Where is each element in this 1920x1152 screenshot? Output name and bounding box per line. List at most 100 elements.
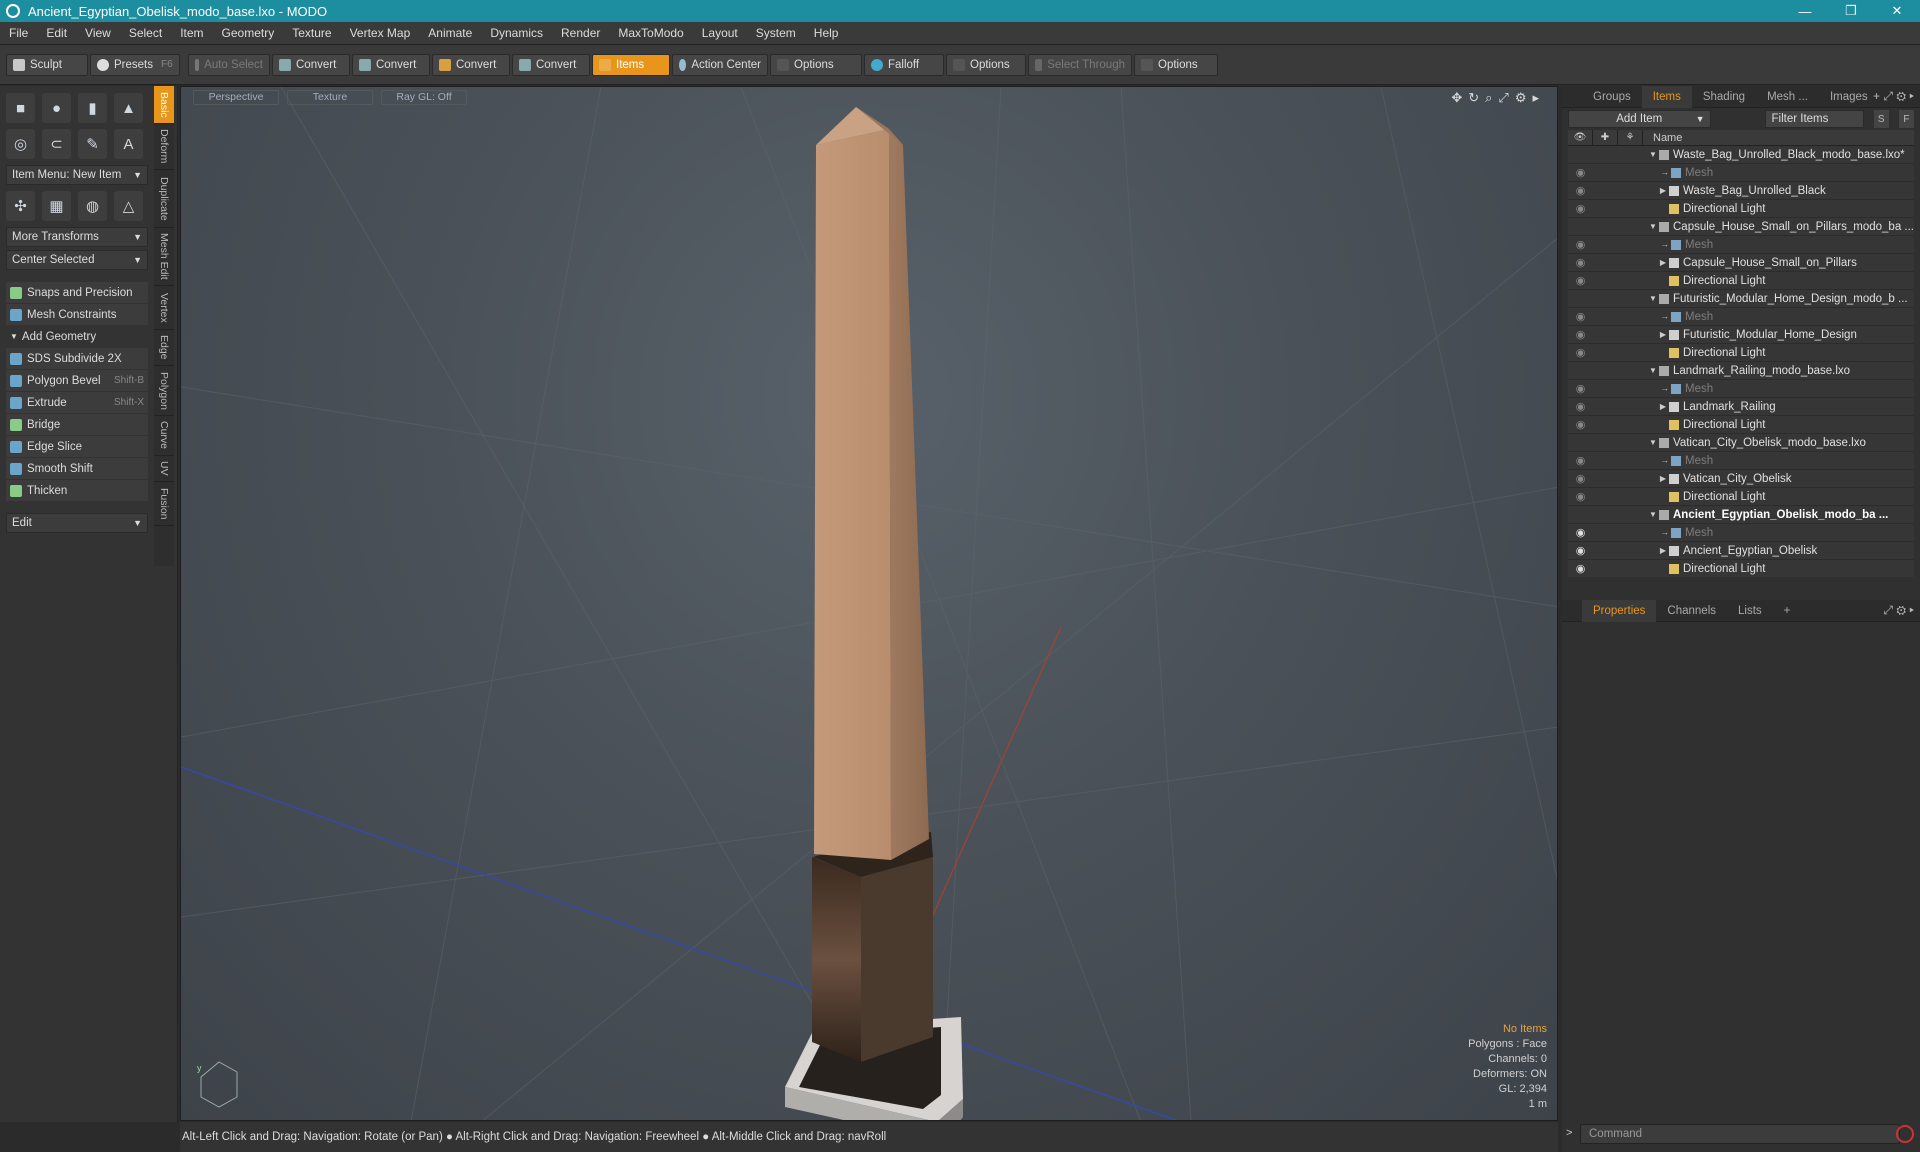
convert-button-2[interactable]: Convert [352, 53, 430, 76]
visibility-eye-icon[interactable]: ◉ [1568, 238, 1593, 251]
tool-bridge[interactable]: Bridge [6, 414, 148, 435]
raygl-toggle[interactable]: Ray GL: Off [381, 89, 467, 105]
menu-help[interactable]: Help [805, 26, 848, 40]
chevron-right-icon[interactable]: ▶ [1657, 474, 1669, 483]
menu-layout[interactable]: Layout [693, 26, 747, 40]
menu-file[interactable]: File [0, 26, 37, 40]
menu-select[interactable]: Select [120, 26, 171, 40]
tree-row-mesh[interactable]: ◉ → Mesh [1568, 308, 1914, 326]
visibility-eye-icon[interactable]: ◉ [1568, 472, 1593, 485]
sphere-icon[interactable]: ● [42, 93, 71, 123]
capsule-icon[interactable]: ⊂ [42, 129, 71, 159]
tree-row-item[interactable]: ◉ ▶ Futuristic_Modular_Home_Design [1568, 326, 1914, 344]
zoom-icon[interactable]: ⌕ [1485, 90, 1492, 106]
falloff-button[interactable]: Falloff [864, 53, 944, 76]
tab-vertex[interactable]: Vertex [154, 286, 174, 330]
rotate-icon[interactable]: ↻ [1468, 90, 1479, 106]
convert-button-4[interactable]: Convert [512, 53, 590, 76]
cube-icon[interactable]: ■ [6, 93, 35, 123]
tool-extrude[interactable]: Extrude Shift-X [6, 392, 148, 413]
tab-shading[interactable]: Shading [1692, 86, 1756, 108]
chevron-down-icon[interactable]: ▼ [1647, 366, 1659, 375]
tab-mesh-edit[interactable]: Mesh Edit [154, 228, 174, 286]
visibility-eye-icon[interactable]: ◉ [1568, 544, 1593, 557]
close-button[interactable]: ✕ [1874, 0, 1920, 22]
auto-select-button[interactable]: Auto Select [188, 53, 270, 76]
convert-button-1[interactable]: Convert [272, 53, 350, 76]
visibility-eye-icon[interactable]: ◉ [1568, 328, 1593, 341]
visibility-eye-icon[interactable]: ◉ [1568, 490, 1593, 503]
chevron-right-icon[interactable]: ▶ [1657, 186, 1669, 195]
visibility-eye-icon[interactable]: ◉ [1568, 346, 1593, 359]
tab-deform[interactable]: Deform [154, 124, 174, 170]
tool-smooth-shift[interactable]: Smooth Shift [6, 458, 148, 479]
visibility-eye-icon[interactable]: ◉ [1568, 418, 1593, 431]
chevron-down-icon[interactable]: ▼ [1647, 222, 1659, 231]
chevron-right-icon[interactable]: ▶ [1657, 402, 1669, 411]
visibility-eye-icon[interactable]: ◉ [1568, 256, 1593, 269]
name-column-header[interactable]: Name [1643, 132, 1682, 144]
tree-row-mesh[interactable]: ◉ → Mesh [1568, 164, 1914, 182]
tab-curve[interactable]: Curve [154, 416, 174, 456]
render-column-icon[interactable]: ⚘ [1618, 129, 1643, 146]
pan-icon[interactable]: ✥ [1451, 90, 1462, 106]
view-type-perspective[interactable]: Perspective [193, 89, 279, 105]
tab-items[interactable]: Items [1641, 85, 1692, 108]
pyramid-icon[interactable]: △ [114, 191, 143, 221]
tab-channels[interactable]: Channels [1656, 600, 1727, 622]
tab-lists[interactable]: Lists [1727, 600, 1773, 622]
menu-system[interactable]: System [747, 26, 805, 40]
menu-texture[interactable]: Texture [283, 26, 340, 40]
tree-row-light[interactable]: ◉ Directional Light [1568, 416, 1914, 434]
menu-arrow-icon[interactable]: ▸ [1532, 90, 1539, 106]
tree-row-item[interactable]: ◉ ▶ Waste_Bag_Unrolled_Black [1568, 182, 1914, 200]
tab-images[interactable]: Images [1819, 86, 1879, 108]
tree-row-light[interactable]: ◉ Directional Light [1568, 488, 1914, 506]
tree-row-scene[interactable]: ▼ Futuristic_Modular_Home_Design_modo_b .… [1568, 290, 1914, 308]
item-menu-dropdown[interactable]: Item Menu: New Item ▼ [6, 165, 148, 185]
menu-animate[interactable]: Animate [419, 26, 481, 40]
select-through-button[interactable]: Select Through [1028, 53, 1132, 76]
menu-vertex-map[interactable]: Vertex Map [341, 26, 420, 40]
snaps-precision-button[interactable]: Snaps and Precision [6, 282, 148, 303]
options-button-3[interactable]: Options [1134, 53, 1218, 76]
tab-mesh[interactable]: Mesh ... [1756, 86, 1819, 108]
menu-dynamics[interactable]: Dynamics [481, 26, 552, 40]
chevron-right-icon[interactable]: ▶ [1657, 546, 1669, 555]
presets-button[interactable]: Presets F6 [90, 53, 180, 76]
more-transforms-dropdown[interactable]: More Transforms ▼ [6, 227, 148, 247]
tab-uv[interactable]: UV [154, 456, 174, 482]
sculpt-button[interactable]: Sculpt [6, 53, 88, 76]
visibility-eye-icon[interactable]: ◉ [1568, 382, 1593, 395]
center-selected-dropdown[interactable]: Center Selected ▼ [6, 250, 148, 270]
tab-polygon[interactable]: Polygon [154, 366, 174, 416]
command-input[interactable]: Command [1580, 1124, 1900, 1144]
menu-view[interactable]: View [76, 26, 120, 40]
cylinder-icon[interactable]: ▮ [78, 93, 107, 123]
edit-dropdown[interactable]: Edit ▼ [6, 513, 148, 533]
settings-gear-icon[interactable]: ⚙ [1515, 90, 1527, 106]
tree-row-item[interactable]: ◉ ▶ Landmark_Railing [1568, 398, 1914, 416]
tree-row-scene[interactable]: ▼ Landmark_Railing_modo_base.lxo [1568, 362, 1914, 380]
menu-edit[interactable]: Edit [37, 26, 76, 40]
tool-sds-subdivide[interactable]: SDS Subdivide 2X [6, 348, 148, 369]
lock-column-icon[interactable]: ✚ [1593, 129, 1618, 146]
panel-options-icon[interactable]: ⤢ ⚙ ▸ [1883, 603, 1914, 618]
options-button-1[interactable]: Options [770, 53, 862, 76]
add-tab-icon[interactable]: + [1773, 600, 1802, 622]
tree-row-item[interactable]: ◉ ▶ Capsule_House_Small_on_Pillars [1568, 254, 1914, 272]
add-geometry-section[interactable]: ▼ Add Geometry [6, 327, 148, 346]
3d-viewport[interactable]: y Perspective Texture Ray GL: Off ✥ ↻ ⌕ … [180, 86, 1558, 1121]
visibility-eye-icon[interactable]: ◉ [1568, 166, 1593, 179]
transform-icon[interactable]: ✣ [6, 191, 35, 221]
tree-row-light[interactable]: ◉ Directional Light [1568, 344, 1914, 362]
chevron-right-icon[interactable]: ▶ [1657, 330, 1669, 339]
tree-row-mesh[interactable]: ◉ → Mesh [1568, 236, 1914, 254]
mesh-constraints-button[interactable]: Mesh Constraints [6, 304, 148, 325]
chevron-down-icon[interactable]: ▼ [1647, 510, 1659, 519]
tool-edge-slice[interactable]: Edge Slice [6, 436, 148, 457]
tree-row-item[interactable]: ◉ ▶ Vatican_City_Obelisk [1568, 470, 1914, 488]
tree-row-scene[interactable]: ▼ Ancient_Egyptian_Obelisk_modo_ba ... [1568, 506, 1914, 524]
visibility-eye-icon[interactable]: ◉ [1568, 562, 1593, 575]
filter-items-input[interactable]: Filter Items [1764, 110, 1864, 128]
